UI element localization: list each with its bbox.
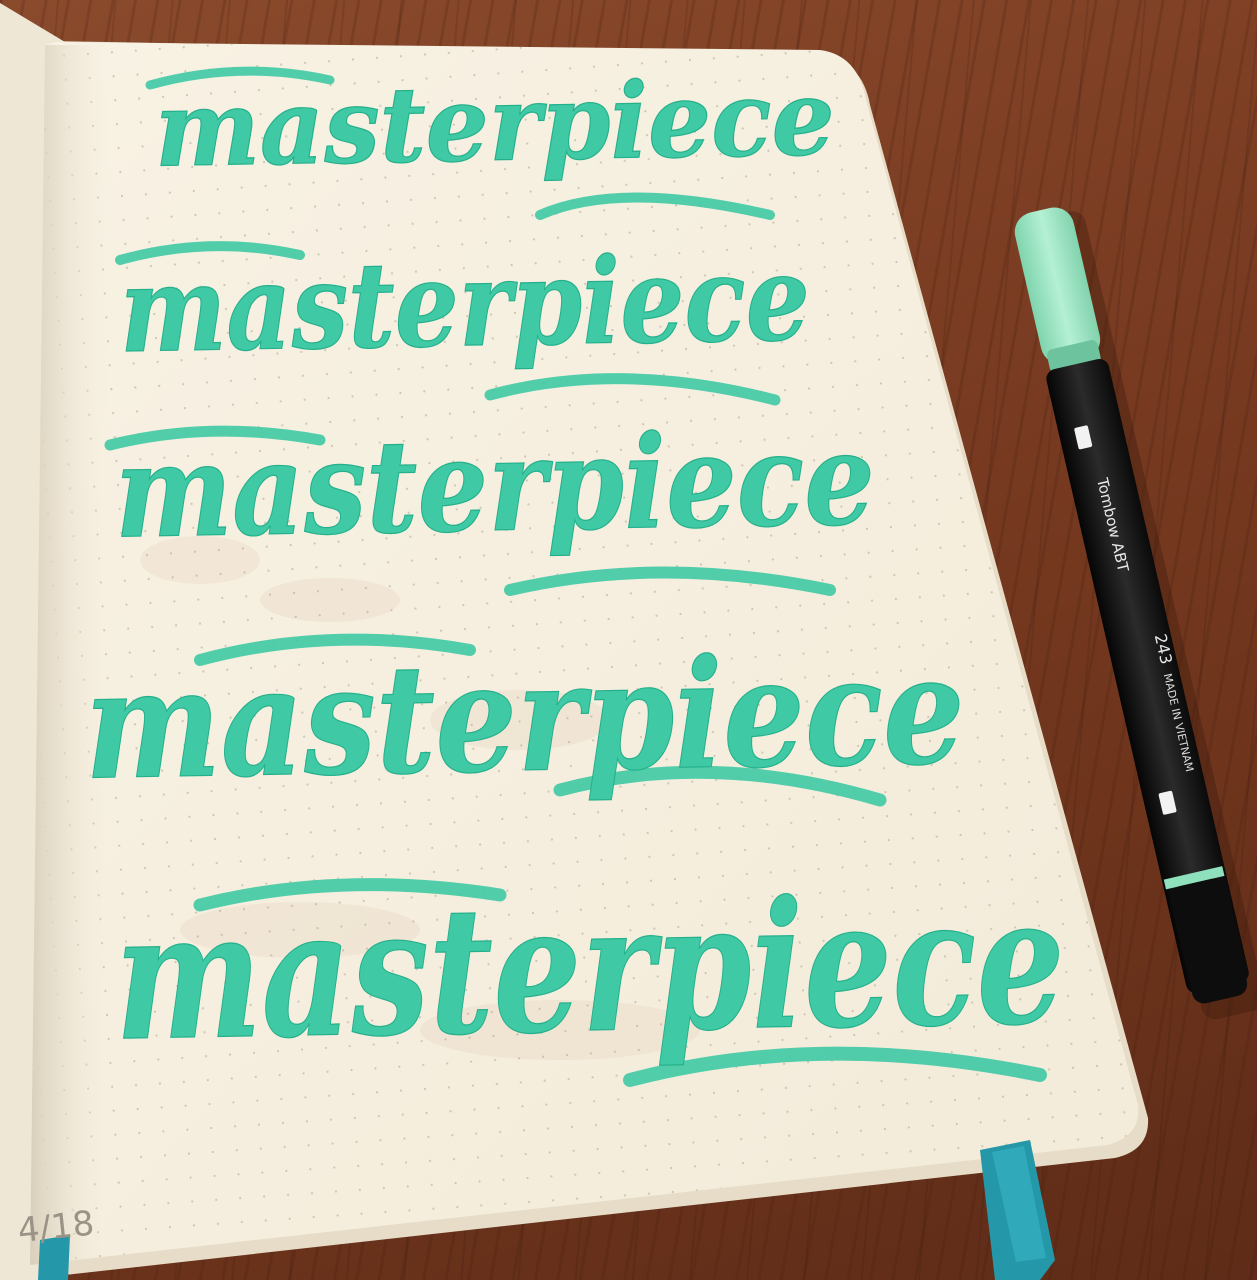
lettered-word: masterpiece <box>154 56 836 191</box>
date-mark: 4/18 <box>16 1203 96 1251</box>
lettered-word: masterpiece <box>83 622 966 813</box>
lettered-word: masterpiece <box>113 859 1066 1081</box>
notebook-photo: masterpiece masterpiece masterpiece mast… <box>0 3 1257 1280</box>
lettered-word: masterpiece <box>119 228 811 379</box>
lettered-word: masterpiece <box>113 404 876 567</box>
